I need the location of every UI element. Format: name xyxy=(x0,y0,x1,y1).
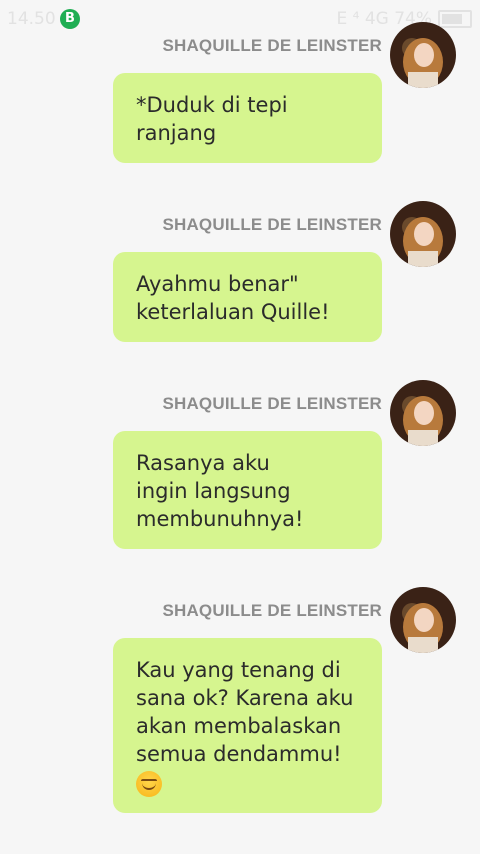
avatar[interactable] xyxy=(390,587,456,653)
avatar[interactable] xyxy=(390,201,456,267)
sender-name: SHAQUILLE DE LEINSTER xyxy=(162,36,382,55)
status-indicators: E ⁴ 4G 74% xyxy=(336,9,472,29)
sender-name: SHAQUILLE DE LEINSTER xyxy=(162,394,382,413)
avatar[interactable] xyxy=(390,22,456,88)
message-line: semua dendammu! xyxy=(136,742,342,766)
avatar[interactable] xyxy=(390,380,456,446)
sender-name: SHAQUILLE DE LEINSTER xyxy=(162,215,382,234)
message-bubble[interactable]: *Duduk di tepi ranjang xyxy=(113,73,382,163)
smiling-face-icon xyxy=(136,771,162,797)
sender-name: SHAQUILLE DE LEINSTER xyxy=(162,601,382,620)
message-line: membunuhnya! xyxy=(136,507,304,531)
message-line: sana ok? Karena aku xyxy=(136,686,354,710)
status-time: 14.50 xyxy=(7,9,56,29)
message-line: Kau yang tenang di xyxy=(136,658,341,682)
message-bubble[interactable]: Kau yang tenang di sana ok? Karena aku a… xyxy=(113,638,382,813)
bbm-notification-icon: B xyxy=(60,9,80,29)
battery-icon xyxy=(438,10,472,28)
message-line: ranjang xyxy=(136,121,217,145)
message-line: Ayahmu benar" xyxy=(136,272,299,296)
message-line: keterlaluan Quille! xyxy=(136,300,330,324)
message-line: Rasanya aku xyxy=(136,451,270,475)
message-bubble[interactable]: Ayahmu benar" keterlaluan Quille! xyxy=(113,252,382,342)
message-bubble[interactable]: Rasanya aku ingin langsung membunuhnya! xyxy=(113,431,382,549)
message-line: akan membalaskan xyxy=(136,714,342,738)
message-line: *Duduk di tepi xyxy=(136,93,288,117)
message-line: ingin langsung xyxy=(136,479,291,503)
